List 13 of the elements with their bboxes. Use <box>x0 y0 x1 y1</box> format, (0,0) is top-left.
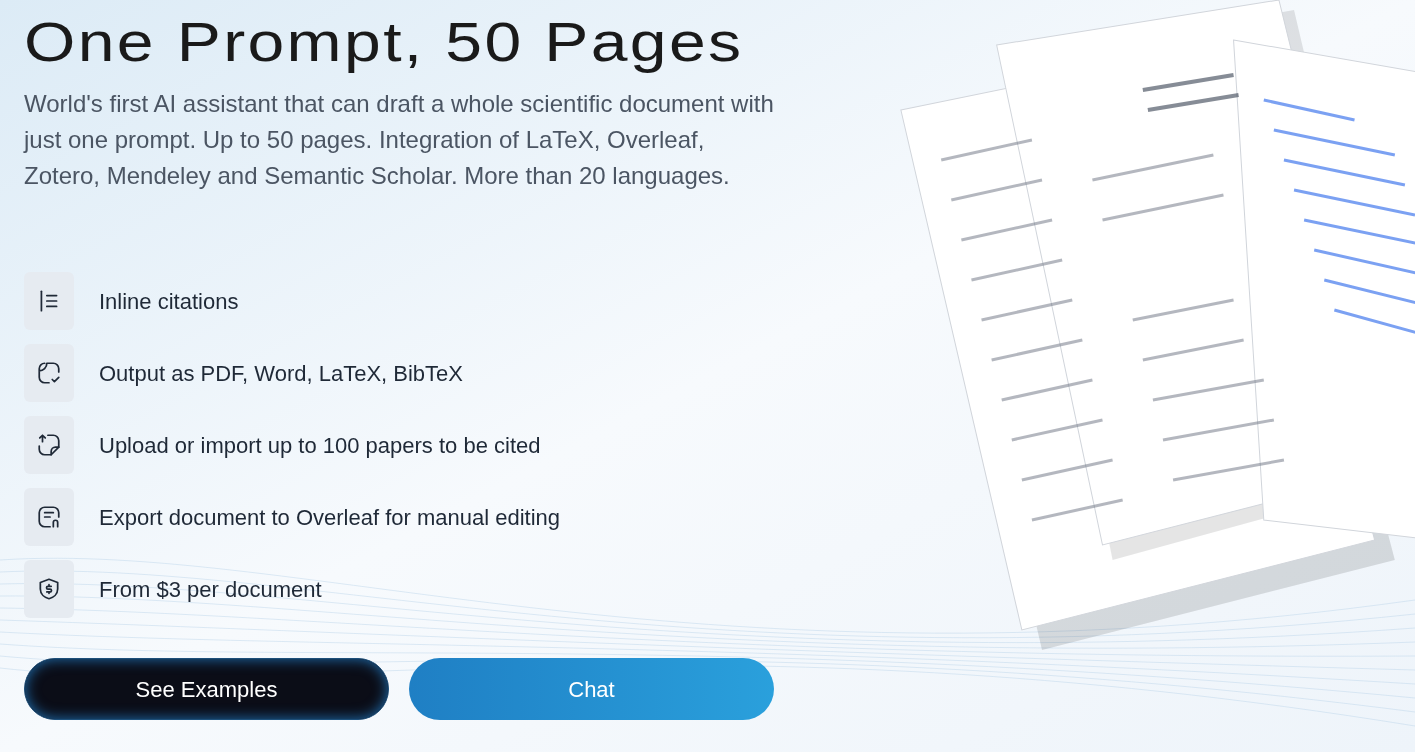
feature-label: Upload or import up to 100 papers to be cited <box>99 431 541 460</box>
see-examples-button[interactable]: See Examples <box>24 658 389 720</box>
feature-label: Export document to Overleaf for manual editing <box>99 503 561 532</box>
page-check-icon <box>36 360 62 386</box>
document-export-icon <box>36 504 62 530</box>
feature-label: Inline citations <box>99 287 239 316</box>
shield-dollar-icon <box>36 576 62 602</box>
page-upload-icon <box>36 432 62 458</box>
chat-button[interactable]: Chat <box>409 658 774 720</box>
page-title: One Prompt, 50 Pages <box>24 9 744 75</box>
description: World's first AI assistant that can draft a whole scientific document with just one prompt. Up to 50 pages. Integration of LaTeX, Overleaf, Zotero, Mendeley and Semantic Scholar. More than 20 languages. <box>24 89 774 191</box>
feature-label: Output as PDF, Word, LaTeX, BibTeX <box>99 359 463 388</box>
feature-label: From $3 per document <box>99 575 322 604</box>
